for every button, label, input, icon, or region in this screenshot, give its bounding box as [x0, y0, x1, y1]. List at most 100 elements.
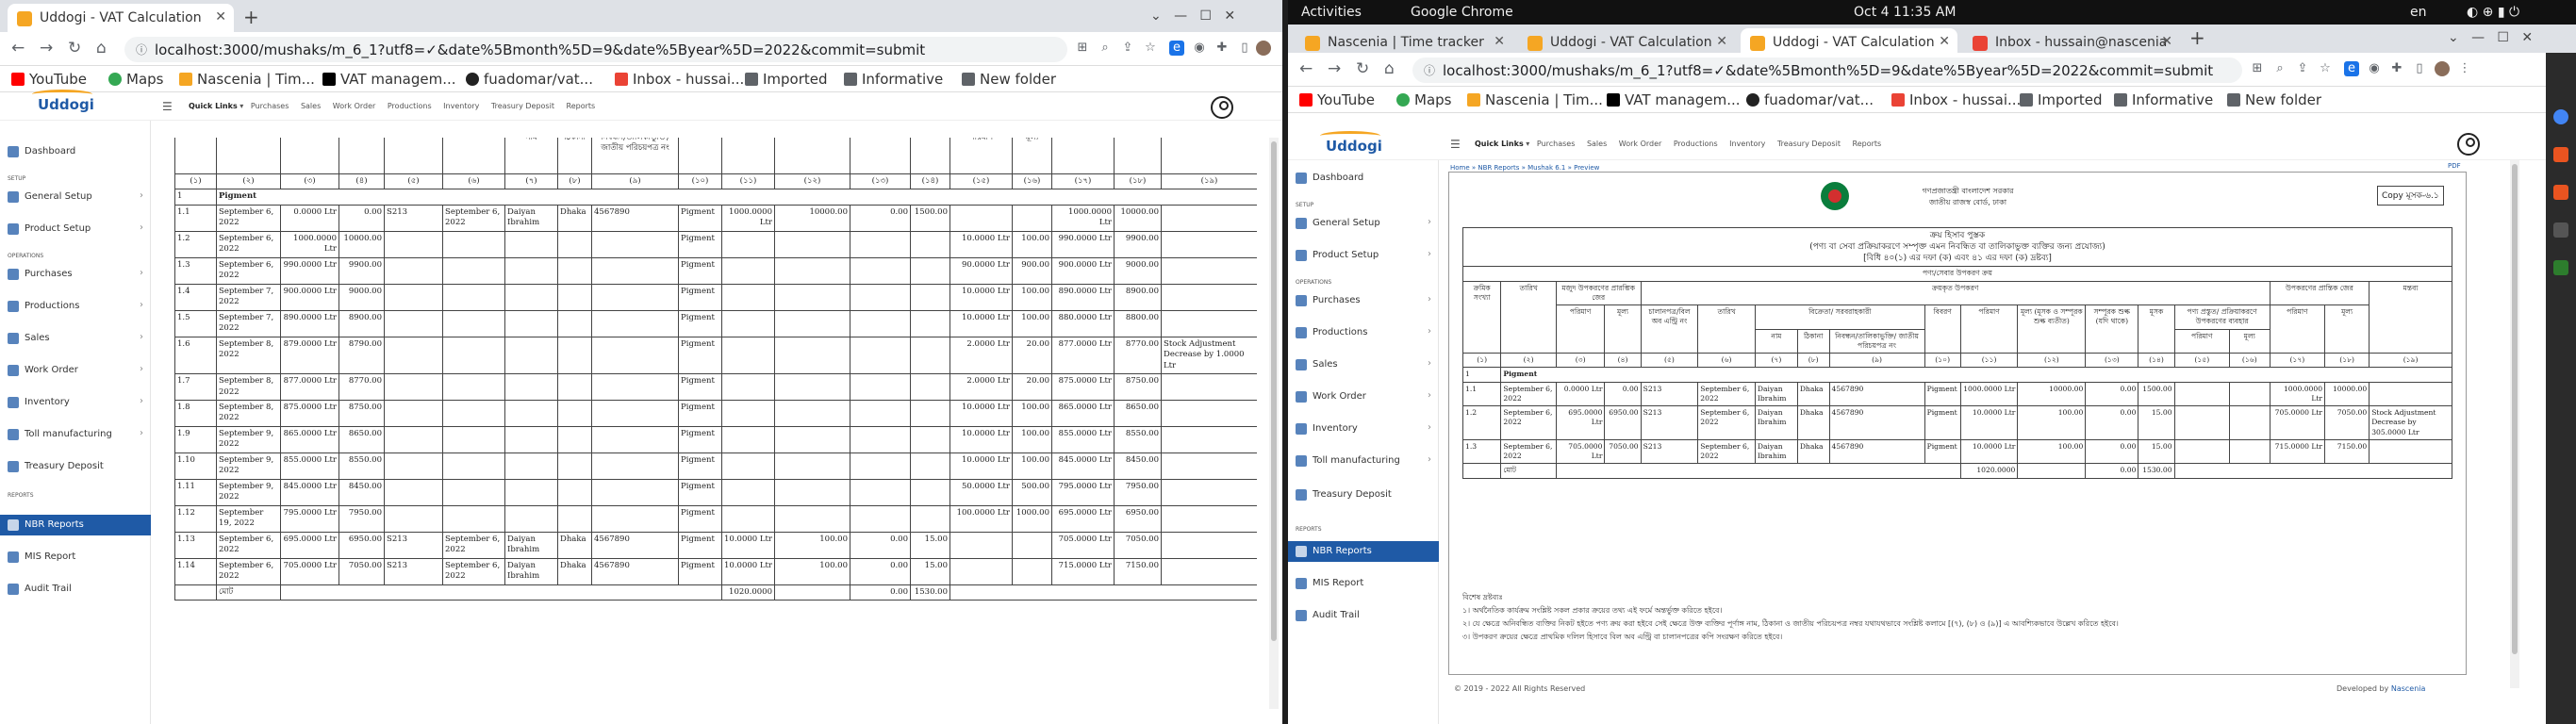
reload-icon[interactable]: ↻ — [68, 39, 81, 58]
ql-work-order[interactable]: Work Order — [1619, 140, 1662, 148]
star-icon[interactable]: ☆ — [2318, 61, 2333, 76]
sidebar-item-sales[interactable]: Sales › — [1288, 354, 1439, 375]
sidebar-item-audit[interactable]: Audit Trail — [1288, 605, 1439, 626]
window-controls[interactable]: ⌄ — ☐ ✕ — [2448, 30, 2533, 45]
ql-treasury[interactable]: Treasury Deposit — [1777, 140, 1841, 148]
back-icon[interactable]: ← — [1299, 59, 1313, 78]
bookmark-vat[interactable]: VAT managem... — [322, 71, 456, 88]
forward-icon[interactable]: → — [1328, 59, 1341, 78]
bookmark-folder-new[interactable]: New folder — [2227, 91, 2321, 108]
sidebar-item-general[interactable]: General Setup › — [0, 187, 151, 207]
ql-reports[interactable]: Reports — [1853, 140, 1882, 148]
app-dock-icon[interactable] — [2553, 185, 2568, 200]
page-scrollbar[interactable] — [1269, 138, 1279, 709]
extension-icon[interactable]: e — [2344, 61, 2359, 76]
activities-button[interactable]: Activities — [1301, 5, 1362, 20]
sidebar-item-work-order[interactable]: Work Order › — [1288, 387, 1439, 407]
reload-icon[interactable]: ↻ — [1356, 59, 1369, 78]
sidebar-item-audit[interactable]: Audit Trail — [0, 579, 151, 600]
translate-icon[interactable]: ⊞ — [1075, 41, 1090, 56]
bookmark-github[interactable]: fuadomar/vat... — [1746, 91, 1874, 108]
profile-avatar[interactable] — [1256, 41, 1271, 56]
app-menu[interactable]: Google Chrome — [1411, 5, 1513, 20]
sidebar-item-productions[interactable]: Productions › — [1288, 322, 1439, 343]
address-bar[interactable]: ⓘ localhost:3000/mushaks/m_6_1?utf8=✓&da… — [124, 37, 1067, 62]
ql-purchases[interactable]: Purchases — [1537, 140, 1576, 148]
sidebar-item-treasury[interactable]: Treasury Deposit — [0, 456, 151, 477]
sidebar-item-toll[interactable]: Toll manufacturing › — [0, 424, 151, 445]
pdf-button[interactable]: PDF — [2448, 162, 2461, 170]
system-tray-icons[interactable]: ◐ ⊕ ▮ ⏻ — [2467, 5, 2519, 20]
ql-sales[interactable]: Sales — [1587, 140, 1607, 148]
user-avatar-icon[interactable] — [2457, 133, 2480, 156]
sidebar-item-mis[interactable]: MIS Report — [0, 547, 151, 568]
hamburger-icon[interactable]: ☰ — [1450, 138, 1461, 151]
ql-inventory[interactable]: Inventory — [443, 102, 479, 110]
info-icon[interactable]: ⓘ — [1424, 62, 1435, 78]
sidebar-item-nbr[interactable]: NBR Reports — [0, 515, 151, 535]
terminal-dock-icon[interactable] — [2553, 222, 2568, 238]
sidebar-item-productions[interactable]: Productions › — [0, 296, 151, 317]
zoom-icon[interactable]: ⌕ — [1098, 41, 1113, 56]
bookmark-github[interactable]: fuadomar/vat... — [466, 71, 593, 88]
forward-icon[interactable]: → — [40, 39, 53, 58]
bookmark-folder-informative[interactable]: Informative — [2114, 91, 2213, 108]
sidebar-item-work-order[interactable]: Work Order › — [0, 360, 151, 381]
sidebar-item-mis[interactable]: MIS Report — [1288, 573, 1439, 594]
bookmark-maps[interactable]: Maps — [1396, 91, 1451, 108]
bookmark-maps[interactable]: Maps — [108, 71, 163, 88]
ql-reports[interactable]: Reports — [567, 102, 596, 110]
bookmark-folder-imported[interactable]: Imported — [745, 71, 828, 88]
star-icon[interactable]: ☆ — [1143, 41, 1158, 56]
new-tab-icon[interactable]: + — [243, 6, 259, 28]
address-bar[interactable]: ⓘ localhost:3000/mushaks/m_6_1?utf8=✓&da… — [1412, 58, 2242, 83]
translate-icon[interactable]: ⊞ — [2250, 61, 2265, 76]
sidepanel-icon[interactable]: ▯ — [1237, 41, 1252, 56]
bookmark-folder-imported[interactable]: Imported — [2020, 91, 2103, 108]
zoom-icon[interactable]: ⌕ — [2272, 61, 2287, 76]
bookmark-youtube[interactable]: YouTube — [1299, 91, 1375, 108]
new-tab-icon[interactable]: + — [2189, 26, 2205, 49]
back-icon[interactable]: ← — [11, 39, 25, 58]
sidebar-item-purchases[interactable]: Purchases › — [0, 264, 151, 285]
home-icon[interactable]: ⌂ — [96, 39, 107, 58]
ql-work-order[interactable]: Work Order — [333, 102, 376, 110]
quick-links-label[interactable]: Quick Links — [1475, 140, 1524, 148]
window-controls[interactable]: ⌄ — ☐ ✕ — [1150, 8, 1235, 24]
menu-dots-icon[interactable]: ⋮ — [2457, 61, 2472, 76]
footer-brand-link[interactable]: Nascenia — [2391, 684, 2426, 693]
app-dock-icon[interactable] — [2553, 147, 2568, 162]
bookmark-nascenia[interactable]: Nascenia | Tim... — [179, 71, 315, 88]
quick-links-label[interactable]: Quick Links — [189, 102, 238, 110]
bookmark-nascenia[interactable]: Nascenia | Tim... — [1467, 91, 1603, 108]
sidebar-item-nbr[interactable]: NBR Reports — [1288, 541, 1439, 562]
puzzle-icon[interactable]: ✚ — [2389, 61, 2404, 76]
sidebar-item-general[interactable]: General Setup › — [1288, 213, 1439, 234]
bookmark-folder-new[interactable]: New folder — [962, 71, 1056, 88]
puzzle-icon[interactable]: ✚ — [1214, 41, 1230, 56]
app-dock-icon[interactable] — [2553, 260, 2568, 275]
clock[interactable]: Oct 4 11:35 AM — [1854, 5, 1956, 20]
chrome-dock-icon[interactable] — [2553, 109, 2568, 124]
ql-purchases[interactable]: Purchases — [251, 102, 289, 110]
sidebar-item-product[interactable]: Product Setup › — [1288, 245, 1439, 266]
color-extension-icon[interactable]: ◉ — [1192, 41, 1207, 56]
sidebar-item-inventory[interactable]: Inventory › — [1288, 419, 1439, 439]
scrollbar-thumb[interactable] — [1271, 141, 1277, 641]
bookmark-inbox[interactable]: Inbox - hussai... — [1891, 91, 2021, 108]
sidebar-item-toll[interactable]: Toll manufacturing › — [1288, 451, 1439, 471]
user-avatar-icon[interactable] — [1211, 96, 1233, 119]
home-icon[interactable]: ⌂ — [1384, 59, 1395, 78]
breadcrumb[interactable]: Home » NBR Reports » Mushak 6.1 » Previe… — [1450, 164, 1599, 172]
tab-uddogi[interactable]: Uddogi - VAT Calculation ✕ — [8, 4, 234, 32]
ql-productions[interactable]: Productions — [1674, 140, 1718, 148]
sidebar-item-inventory[interactable]: Inventory › — [0, 392, 151, 413]
color-extension-icon[interactable]: ◉ — [2367, 61, 2382, 76]
lang-indicator[interactable]: en — [2410, 5, 2427, 20]
sidebar-item-sales[interactable]: Sales › — [0, 328, 151, 349]
sidebar-item-product[interactable]: Product Setup › — [0, 219, 151, 239]
ql-inventory[interactable]: Inventory — [1729, 140, 1765, 148]
ql-productions[interactable]: Productions — [388, 102, 432, 110]
sidebar-item-treasury[interactable]: Treasury Deposit — [1288, 485, 1439, 505]
uddogi-logo[interactable]: Uddogi — [32, 90, 94, 113]
